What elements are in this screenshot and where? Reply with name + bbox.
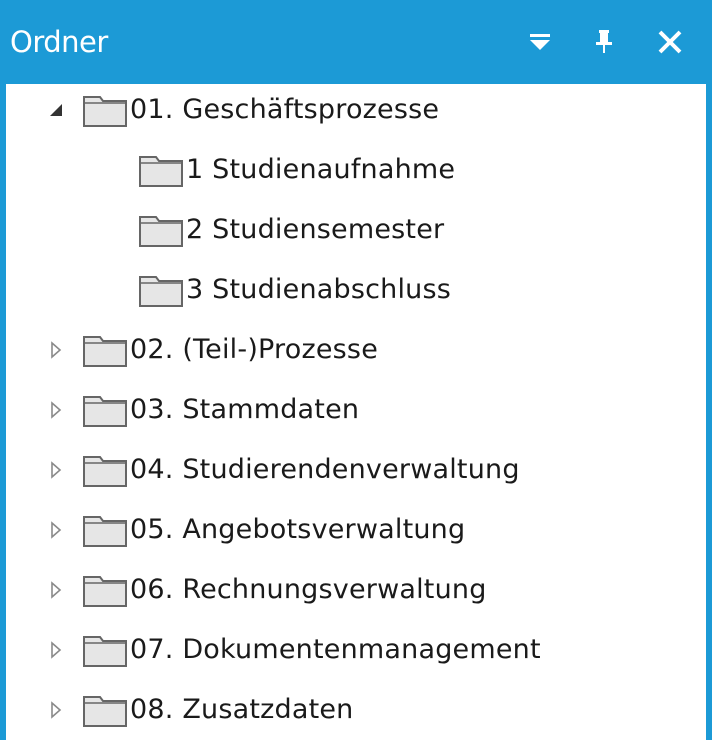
collapsed-arrow-icon[interactable] — [44, 518, 68, 542]
folder-icon — [82, 334, 130, 368]
tree-item-label: 03. Stammdaten — [130, 394, 360, 425]
tree-item-label: 05. Angebotsverwaltung — [130, 514, 466, 545]
panel-titlebar: Ordner — [0, 0, 712, 84]
tree-item-label: 2 Studiensemester — [186, 214, 445, 245]
tree-item[interactable]: 2 Studiensemester — [6, 204, 696, 258]
tree-item-label: 01. Geschäftsprozesse — [130, 94, 440, 125]
folder-icon — [138, 154, 186, 188]
tree-item[interactable]: 3 Studienabschluss — [6, 264, 696, 318]
tree-item-label: 08. Zusatzdaten — [130, 694, 354, 725]
folder-icon — [82, 394, 130, 428]
tree-item[interactable]: 02. (Teil-)Prozesse — [6, 324, 696, 378]
expanded-arrow-icon[interactable] — [44, 98, 68, 122]
tree-item-label: 02. (Teil-)Prozesse — [130, 334, 379, 365]
panel-title: Ordner — [10, 25, 108, 59]
collapsed-arrow-icon[interactable] — [44, 398, 68, 422]
collapsed-arrow-icon[interactable] — [44, 698, 68, 722]
folder-icon — [82, 454, 130, 488]
folder-icon — [82, 694, 130, 728]
collapsed-arrow-icon[interactable] — [44, 578, 68, 602]
collapsed-arrow-icon[interactable] — [44, 338, 68, 362]
tree-item-label: 07. Dokumentenmanagement — [130, 634, 541, 665]
close-icon[interactable] — [648, 20, 692, 64]
tree-item-label: 06. Rechnungsverwaltung — [130, 574, 487, 605]
folder-icon — [82, 94, 130, 128]
dropdown-arrow-icon[interactable] — [518, 20, 562, 64]
tree-item[interactable]: 01. Geschäftsprozesse — [6, 84, 696, 138]
tree-item[interactable]: 08. Zusatzdaten — [6, 684, 696, 738]
tree-item[interactable]: 03. Stammdaten — [6, 384, 696, 438]
pin-icon[interactable] — [582, 20, 626, 64]
folder-icon — [138, 214, 186, 248]
tree-item-label: 04. Studierendenverwaltung — [130, 454, 520, 485]
tree-item[interactable]: 05. Angebotsverwaltung — [6, 504, 696, 558]
folder-icon — [82, 514, 130, 548]
tree-item-label: 3 Studienabschluss — [186, 274, 452, 305]
collapsed-arrow-icon[interactable] — [44, 638, 68, 662]
folder-icon — [138, 274, 186, 308]
tree-item[interactable]: 1 Studienaufnahme — [6, 144, 696, 198]
tree-item[interactable]: 04. Studierendenverwaltung — [6, 444, 696, 498]
folder-icon — [82, 574, 130, 608]
tree-item[interactable]: 06. Rechnungsverwaltung — [6, 564, 696, 618]
collapsed-arrow-icon[interactable] — [44, 458, 68, 482]
tree-item-label: 1 Studienaufnahme — [186, 154, 456, 185]
folder-panel: Ordner 01. Geschäftsprozesse 1 Studienau… — [0, 0, 712, 740]
folder-icon — [82, 634, 130, 668]
tree-item[interactable]: 07. Dokumentenmanagement — [6, 624, 696, 678]
